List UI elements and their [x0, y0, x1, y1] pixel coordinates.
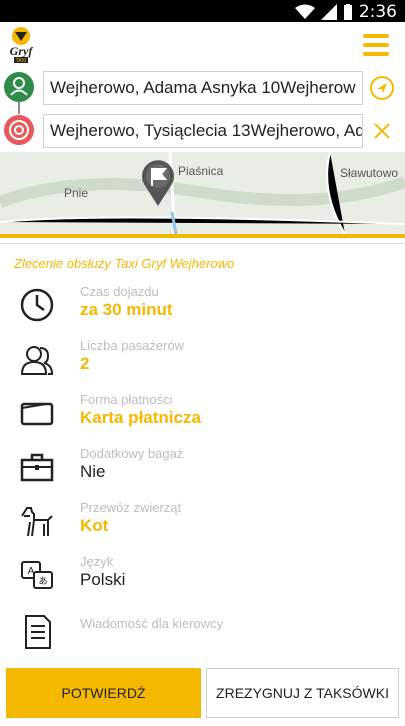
- clear-destination-icon[interactable]: [369, 118, 395, 144]
- gryf-taxi-logo: Gryf TAXI: [10, 27, 34, 64]
- route-map[interactable]: Piaśnica Pnie Sławutowo: [0, 152, 405, 234]
- message-icon: [25, 615, 51, 649]
- passengers-value: 2: [80, 354, 90, 373]
- status-time: 2:36: [358, 2, 397, 22]
- destination-flag-marker-icon[interactable]: [138, 158, 178, 208]
- cancel-taxi-button[interactable]: ZREZYGNUJ Z TAKSÓWKI: [206, 668, 399, 718]
- svg-text:TAXI: TAXI: [16, 58, 27, 64]
- detail-luggage[interactable]: Dodatkowy bagaż Nie: [0, 444, 405, 494]
- app-header: Gryf TAXI: [0, 22, 405, 70]
- language-icon: A あ: [21, 561, 53, 589]
- detail-arrival-time[interactable]: Czas dojazdu za 30 minut: [0, 282, 405, 332]
- pickup-person-icon: [4, 72, 34, 102]
- arrival-time-label: Czas dojazdu: [80, 284, 159, 299]
- pets-label: Przewóz zwierząt: [80, 500, 182, 515]
- wifi-icon: [294, 4, 315, 19]
- battery-icon: [343, 4, 352, 20]
- svg-text:あ: あ: [38, 576, 47, 587]
- language-label: Język: [80, 554, 114, 569]
- arrival-time-value: za 30 minut: [80, 300, 173, 319]
- clock-icon: [20, 288, 54, 322]
- passengers-icon: [20, 346, 54, 375]
- destination-target-icon: [4, 115, 34, 145]
- detail-pets[interactable]: Przewóz zwierząt Kot: [0, 498, 405, 548]
- pickup-address-input[interactable]: Wejherowo, Adama Asnyka 10Wejherow: [43, 71, 363, 105]
- luggage-value: Nie: [80, 462, 106, 481]
- svg-text:A: A: [28, 566, 35, 577]
- pickup-row: Wejherowo, Adama Asnyka 10Wejherow: [0, 66, 405, 110]
- map-label-pnie: Pnie: [64, 186, 89, 200]
- confirm-button[interactable]: POTWIERDŹ: [6, 668, 201, 718]
- payment-value: Karta płatnicza: [80, 408, 201, 427]
- dog-icon: [21, 507, 53, 537]
- luggage-label: Dodatkowy bagaż: [80, 446, 184, 461]
- detail-driver-message[interactable]: Wiadomość dla kierowcy: [0, 608, 405, 658]
- luggage-icon: [20, 453, 54, 482]
- detail-language[interactable]: A あ Język Polski: [0, 552, 405, 602]
- signal-icon: [320, 4, 337, 20]
- wallet-icon: [20, 402, 54, 426]
- locate-me-icon[interactable]: [369, 75, 395, 101]
- driver-message-label: Wiadomość dla kierowcy: [80, 616, 224, 631]
- hamburger-menu-icon[interactable]: [363, 34, 389, 56]
- passengers-label: Liczba pasażerów: [80, 338, 185, 353]
- map-label-slawutowo: Sławutowo: [340, 166, 399, 180]
- map-label-piasnica: Piaśnica: [178, 164, 224, 178]
- detail-passengers[interactable]: Liczba pasażerów 2: [0, 336, 405, 386]
- language-value: Polski: [80, 570, 126, 589]
- svg-text:Gryf: Gryf: [10, 44, 34, 58]
- destination-address-input[interactable]: Wejherowo, Tysiąclecia 13Wejherowo, Ad: [43, 114, 363, 148]
- order-provider-title: Zlecenie obsłuży Taxi Gryf Wejherowo: [14, 256, 235, 271]
- payment-label: Forma płatności: [80, 392, 173, 407]
- detail-payment[interactable]: Forma płatności Karta płatnicza: [0, 390, 405, 440]
- map-accent-bar: [0, 234, 405, 238]
- pets-value: Kot: [80, 516, 109, 535]
- status-bar: 2:36: [0, 0, 405, 22]
- divider: [0, 243, 405, 244]
- destination-row: Wejherowo, Tysiąclecia 13Wejherowo, Ad: [0, 109, 405, 153]
